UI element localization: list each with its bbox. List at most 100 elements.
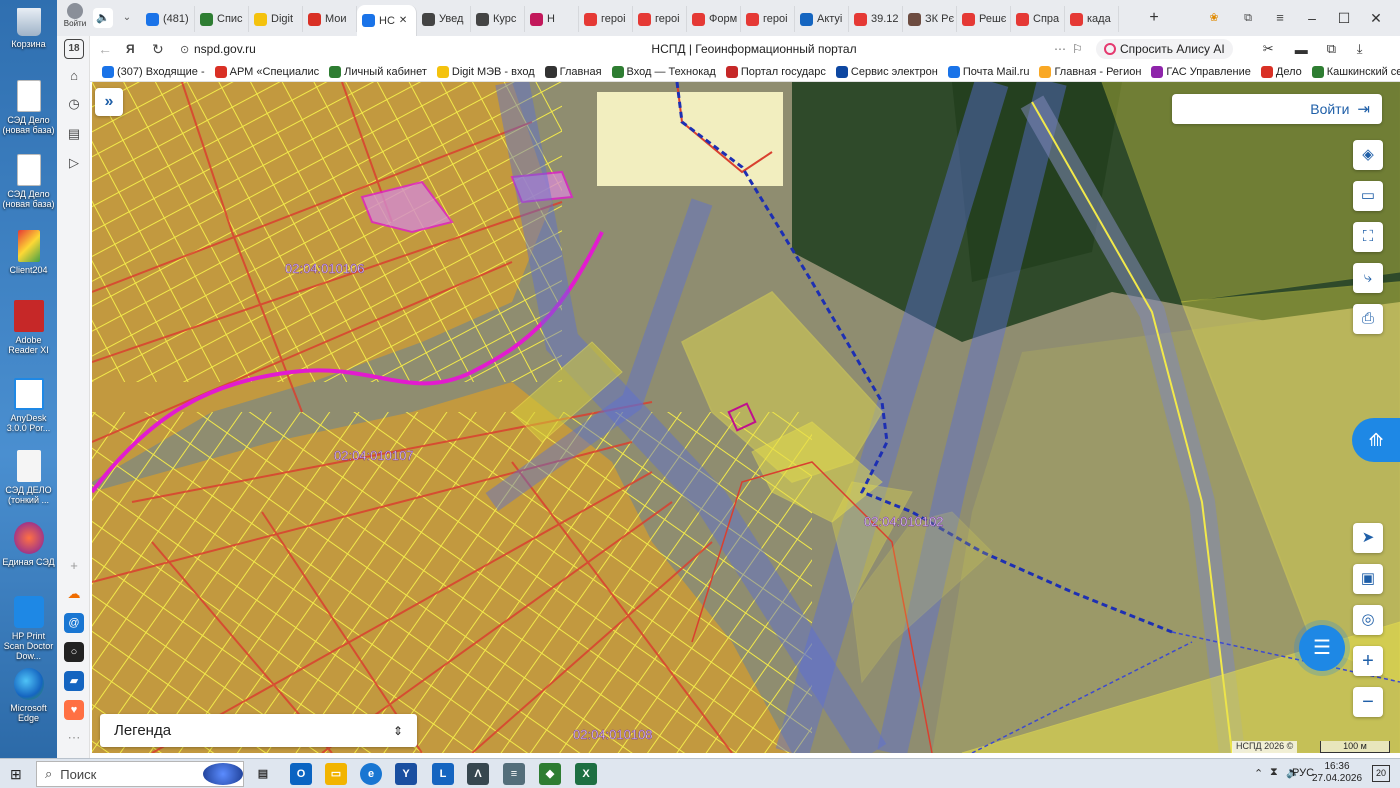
desktop-icon-sed-html[interactable]: СЭД ДЕЛО (тонкий ... [2, 450, 55, 505]
music-icon[interactable]: ○ [64, 642, 84, 662]
profile-button[interactable]: Войти [61, 3, 89, 28]
outlook-icon[interactable]: O [290, 763, 312, 785]
desktop-icon-adobe-reader[interactable]: Adobe Reader XI [2, 300, 55, 355]
desktop-icon-sed-2[interactable]: СЭД Дело (новая база) [2, 154, 55, 209]
bookmark-item[interactable]: Главная - Регион [1039, 65, 1141, 78]
desktop-icon-sed-1[interactable]: СЭД Дело (новая база) [2, 80, 55, 135]
browser-tab[interactable]: Н [525, 6, 579, 32]
app-tray-icon[interactable]: ≡ [503, 763, 525, 785]
minimap-button[interactable]: ▣ [1353, 564, 1383, 594]
browser-tab[interactable]: када [1065, 6, 1119, 32]
tray-chevron-icon[interactable]: ⌃ [1254, 767, 1263, 780]
desktop-icon-client204[interactable]: Client204 [2, 230, 55, 275]
minimize-button[interactable]: – [1297, 6, 1327, 30]
bookmark-item[interactable]: ГАС Управление [1151, 65, 1251, 78]
zoom-out-button[interactable]: − [1353, 687, 1383, 717]
collections-icon[interactable]: ⧉ [1239, 9, 1257, 27]
browser-tab[interactable]: Решє [957, 6, 1011, 32]
ask-alice-button[interactable]: Спросить Алису AI [1096, 39, 1233, 59]
back-icon[interactable]: ← [98, 41, 120, 57]
reload-icon[interactable]: ↻ [152, 41, 174, 58]
clock[interactable]: 16:36 27.04.2026 [1312, 761, 1362, 785]
browser-tab[interactable]: НС ✕ [357, 5, 417, 36]
edge-taskbar-icon[interactable]: e [360, 763, 382, 785]
language-indicator[interactable]: РУС [1292, 767, 1314, 779]
yandex-browser-taskbar-icon[interactable]: Y [395, 763, 417, 785]
cloud-icon[interactable]: ☁ [64, 584, 84, 604]
bookmark-item[interactable]: Почта Mail.ru [947, 65, 1029, 78]
audio-playing-icon[interactable]: 🔈 [93, 8, 113, 28]
more-icon[interactable]: ⋯ [64, 728, 84, 748]
browser-tab[interactable]: 39.12 [849, 6, 903, 32]
bookmark-item[interactable]: Портал государс [725, 65, 826, 78]
extension-icon[interactable]: ❀ [1205, 9, 1223, 27]
feedback-tab[interactable]: ⟰ [1352, 418, 1400, 462]
menu-icon[interactable]: ≡ [1271, 9, 1289, 27]
parcel-label[interactable]: 02:04:010106 [285, 261, 365, 276]
notes-icon[interactable]: ▤ [64, 124, 84, 144]
start-button[interactable]: ⊞ [10, 765, 28, 783]
bookmark-icon[interactable]: ⚐ [1072, 42, 1092, 56]
bookmark-item[interactable]: Кашкинский сель [1311, 65, 1400, 78]
extensions-icon[interactable]: ⧉ [1327, 41, 1349, 57]
messenger-icon[interactable]: ♥ [64, 700, 84, 720]
bookmark-item[interactable]: Личный кабинет [329, 65, 427, 78]
browser-tab[interactable]: героі [579, 6, 633, 32]
parcel-label[interactable]: 02:04:010107 [334, 448, 414, 463]
yandex-icon[interactable]: Я [126, 42, 148, 56]
print-button[interactable]: ⎙ [1353, 304, 1383, 334]
new-tab-button[interactable]: + [1145, 9, 1163, 27]
browser-tab[interactable]: (481) [141, 6, 195, 32]
add-panel-icon[interactable]: + [64, 556, 84, 576]
legend-dropdown[interactable]: Легенда ⇕ [100, 714, 417, 747]
select-area-button[interactable]: ⛶ [1353, 222, 1383, 252]
mail-at-icon[interactable]: @ [64, 613, 84, 633]
parcel-label[interactable]: 02:04:010108 [573, 727, 653, 742]
browser-tab[interactable]: героі [633, 6, 687, 32]
share-button[interactable]: ⤷ [1353, 263, 1383, 293]
url-field[interactable]: nspd.gov.ru [194, 42, 454, 56]
bookmark-item[interactable]: Сервис электрон [835, 65, 938, 78]
chat-button[interactable]: ☰ [1299, 625, 1345, 671]
video-icon[interactable]: ▷ [64, 153, 84, 173]
browser-tab[interactable]: героі [741, 6, 795, 32]
browser-tab[interactable]: Спис [195, 6, 249, 32]
bookmark-item[interactable]: Дело [1260, 65, 1302, 78]
desktop-icon-recycle-bin[interactable]: Корзина [2, 8, 55, 49]
desktop-icon-hp-doctor[interactable]: HP Print Scan Doctor Dow... [2, 596, 55, 661]
my-location-button[interactable]: ➤ [1353, 523, 1383, 553]
login-button[interactable]: Войти ⇥ [1172, 94, 1382, 124]
browser-tab[interactable]: Спра [1011, 6, 1065, 32]
site-info-icon[interactable]: ⊙ [180, 43, 194, 56]
tab-list-chevron-icon[interactable]: ⌄ [117, 8, 137, 28]
bookmark-item[interactable]: Digit МЭВ - вход [436, 65, 535, 78]
zoom-in-button[interactable]: + [1353, 646, 1383, 676]
measure-button[interactable]: ▭ [1353, 181, 1383, 211]
file-explorer-icon[interactable]: ▭ [325, 763, 347, 785]
bookmark-item[interactable]: (307) Входящие - [102, 65, 205, 78]
desktop-icon-edinaya-sed[interactable]: Единая СЭД [2, 522, 55, 567]
bookmark-item[interactable]: Главная [544, 65, 602, 78]
desktop-icon-anydesk[interactable]: AnyDesk 3.0.0 Por... [2, 378, 55, 433]
history-icon[interactable]: ◷ [64, 94, 84, 114]
disk-icon[interactable]: ▰ [64, 671, 84, 691]
map-canvas[interactable]: 02:04:010106 02:04:010107 02:04:010102 0… [92, 82, 1400, 753]
geolocation-button[interactable]: ◎ [1353, 605, 1383, 635]
browser-tab[interactable]: Форм [687, 6, 741, 32]
more-dots-icon[interactable]: ⋯ [1054, 42, 1072, 56]
network-icon[interactable]: ⧗ [1270, 766, 1278, 779]
close-window-button[interactable]: ✕ [1361, 6, 1391, 30]
browser-tab[interactable]: ЗК Рє [903, 6, 957, 32]
tab-close-icon[interactable]: ✕ [399, 15, 407, 26]
download-icon[interactable]: ⤓ [1357, 41, 1379, 57]
app-l-icon[interactable]: L [432, 763, 454, 785]
desktop-icon-edge[interactable]: Microsoft Edge [2, 668, 55, 723]
bookmark-item[interactable]: АРМ «Специалис [214, 65, 319, 78]
security-shield-icon[interactable]: ◆ [539, 763, 561, 785]
browser-tab[interactable]: Актуі [795, 6, 849, 32]
map-viewport[interactable]: 02:04:010106 02:04:010107 02:04:010102 0… [92, 82, 1400, 753]
maximize-button[interactable]: ☐ [1329, 6, 1359, 30]
excel-icon[interactable]: X [575, 763, 597, 785]
browser-tab[interactable]: Увед [417, 6, 471, 32]
parcel-label[interactable]: 02:04:010102 [864, 514, 944, 529]
